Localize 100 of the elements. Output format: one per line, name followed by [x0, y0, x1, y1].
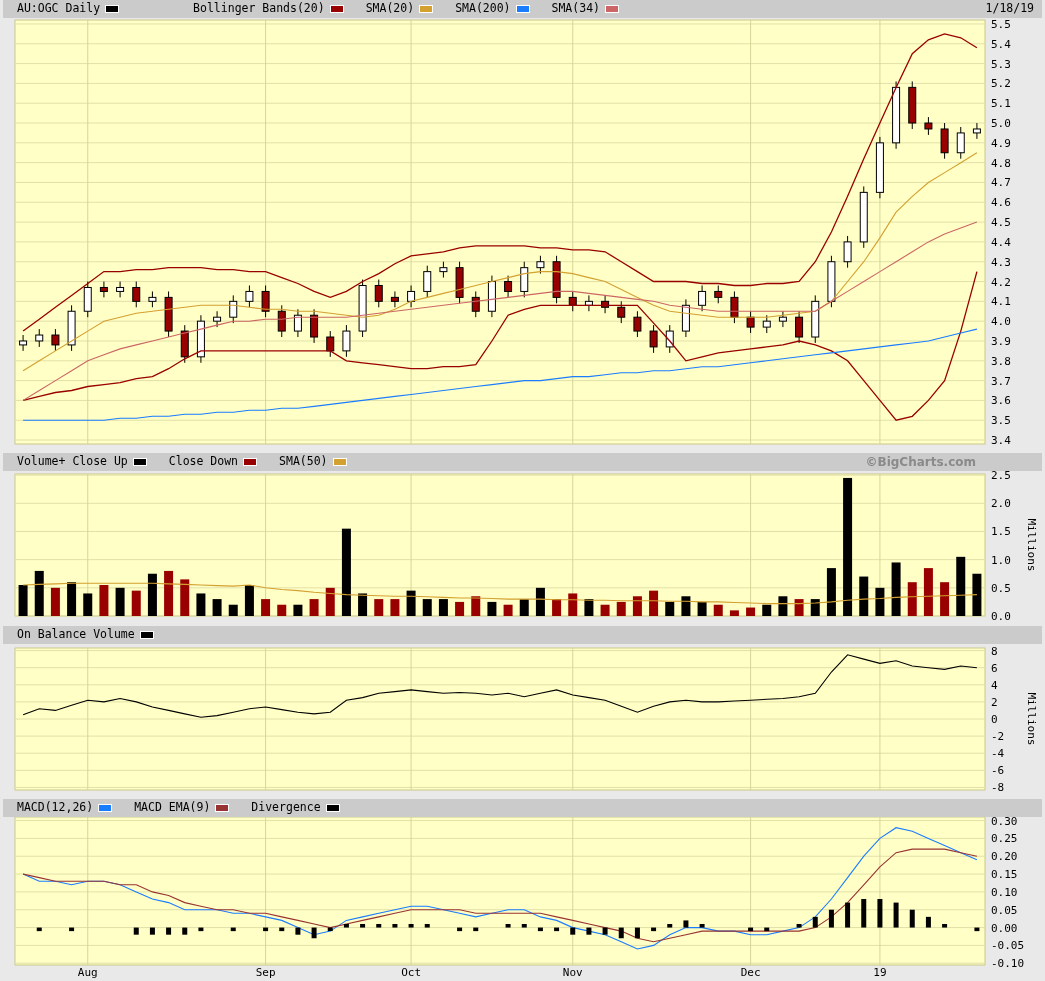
axis-label: 5.3 — [991, 57, 1011, 71]
legend-label: MACD EMA(9) — [134, 799, 211, 817]
divergence-bar — [295, 927, 301, 935]
volume-bar — [293, 604, 303, 616]
divergence-bar — [360, 924, 366, 928]
legend-label: Volume+ Close Up — [17, 453, 128, 471]
candlestick — [568, 290, 577, 312]
divergence-bar — [861, 899, 867, 928]
candlestick — [504, 275, 513, 298]
divergence-bar — [69, 927, 75, 932]
divergence-bar — [149, 927, 155, 935]
volume-bar — [697, 601, 707, 616]
volume-bar — [907, 582, 917, 616]
divergence-bar — [473, 927, 479, 932]
axis-label: -0.10 — [991, 957, 1025, 971]
divergence-bar — [537, 927, 543, 932]
axis-label: 4.8 — [991, 156, 1011, 170]
divergence-bar — [748, 927, 754, 932]
legend-label: SMA(200) — [455, 0, 511, 18]
date-label: 1/18/19 — [985, 0, 1034, 18]
axis-label: -0.05 — [991, 939, 1025, 953]
candlestick — [487, 275, 496, 318]
legend-label: Bollinger Bands(20) — [193, 0, 325, 18]
divergence-bar — [182, 927, 188, 935]
axis-label: -2 — [991, 730, 1005, 744]
divergence-bar — [683, 920, 689, 928]
volume-bar — [487, 601, 497, 616]
axis-label: 0.05 — [991, 903, 1018, 917]
volume-bar — [34, 570, 44, 616]
axis-label: Oct — [401, 966, 421, 979]
volume-bar — [309, 599, 319, 616]
candlestick — [390, 290, 399, 308]
legend-label: On Balance Volume — [17, 626, 135, 644]
volume-bar — [196, 593, 206, 616]
axis-label: 0 — [991, 713, 998, 726]
volume-bar — [83, 593, 93, 616]
axis-label: 19 — [873, 966, 887, 979]
axis-label: 0.0 — [991, 610, 1011, 623]
candlestick — [261, 285, 270, 318]
axis-label: 4.9 — [991, 136, 1011, 150]
axis-label: 3.7 — [991, 374, 1011, 388]
volume-bar — [164, 570, 174, 616]
divergence-bar — [618, 927, 624, 939]
axis-label: 1.5 — [991, 525, 1011, 539]
volume-bar — [584, 599, 594, 616]
divergence-bar — [36, 927, 42, 932]
divergence-bar — [424, 924, 430, 928]
volume-bar — [568, 593, 578, 616]
divergence-bar — [634, 927, 640, 939]
candlestick — [358, 279, 367, 338]
volume-bar — [859, 576, 869, 616]
divergence-bar — [392, 924, 398, 928]
candlestick — [439, 261, 448, 279]
divergence-bar — [909, 909, 915, 928]
axis-label: 4 — [991, 678, 998, 692]
candlestick — [956, 126, 965, 160]
volume-bar — [390, 599, 400, 616]
axis-label: 5.4 — [991, 37, 1011, 51]
axis-label: 5.5 — [991, 18, 1011, 31]
volume-bar — [374, 599, 384, 616]
candlestick — [229, 294, 238, 324]
candlestick — [633, 310, 642, 338]
candlestick — [407, 285, 416, 308]
volume-bar — [713, 604, 723, 616]
legend-label: MACD(12,26) — [17, 799, 94, 817]
volume-bar — [729, 610, 739, 616]
candlestick — [148, 290, 157, 308]
legend-swatch — [105, 5, 120, 13]
divergence-bar — [699, 924, 705, 928]
candlestick — [601, 294, 610, 314]
candlestick — [471, 290, 480, 318]
legend-label: Close Down — [168, 453, 239, 471]
volume-bar — [131, 590, 141, 616]
volume-bar — [875, 587, 885, 616]
candlestick — [293, 308, 302, 338]
axis-label: 3.4 — [991, 434, 1011, 448]
legend-label: SMA(50) — [279, 453, 328, 471]
divergence-bar — [586, 927, 592, 935]
axis-label: 2.0 — [991, 497, 1011, 511]
divergence-bar — [570, 927, 576, 935]
copyright-text: ©BigCharts.com — [865, 454, 976, 471]
divergence-bar — [311, 927, 317, 939]
divergence-bar — [828, 909, 834, 928]
volume-bar — [972, 573, 982, 616]
candlestick — [746, 310, 755, 334]
axis-label: 3.6 — [991, 394, 1011, 408]
axis-label: 4.1 — [991, 295, 1011, 309]
volume-bar — [277, 604, 287, 616]
divergence-bar — [845, 902, 851, 928]
volume-bar — [50, 587, 60, 616]
candlestick — [374, 279, 383, 308]
candlestick — [310, 308, 319, 344]
axis-label: Sep — [255, 966, 276, 979]
candlestick — [892, 80, 901, 150]
volume-bar — [746, 607, 756, 616]
divergence-bar — [376, 924, 382, 928]
axis-label: 3.9 — [991, 334, 1011, 348]
volume-bar — [956, 556, 966, 616]
candlestick — [908, 80, 917, 130]
volume-bar — [406, 590, 416, 616]
